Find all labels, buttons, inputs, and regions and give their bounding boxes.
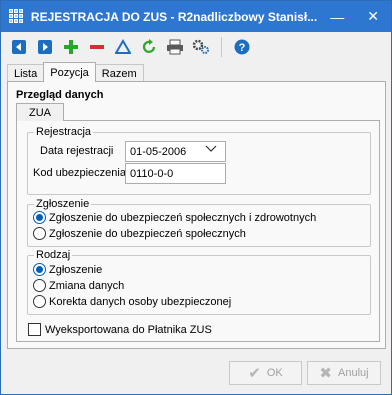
radio-unselected-icon[interactable] [33,295,46,308]
tab-lista[interactable]: Lista [7,64,45,82]
tab-panel: Przegląd danych ZUA Rejestracja Data rej… [7,81,386,349]
zua-panel: Rejestracja Data rejestracji 01-05-2006 … [16,120,380,342]
refresh-icon[interactable] [139,37,159,57]
panel-title: Przegląd danych [16,89,104,101]
tab-pozycja[interactable]: Pozycja [43,62,96,82]
toolbar-separator [221,37,222,57]
export-checkbox[interactable]: Wyeksportowana do Płatnika ZUS [28,323,212,336]
gears-icon[interactable] [191,37,211,57]
radio-label: Zgłoszenie do ubezpieczeń społecznych i … [49,211,317,224]
radio-label: Zmiana danych [49,279,125,292]
group-rodzaj-legend: Rodzaj [34,249,73,261]
close-button[interactable]: ✕ [355,1,391,32]
app-grid-icon [9,8,25,25]
arrow-left-icon[interactable] [9,37,29,57]
svg-text:?: ? [239,42,246,54]
arrow-right-icon[interactable] [35,37,55,57]
radio-selected-icon[interactable] [33,211,46,224]
dialog-window: REJESTRACJA DO ZUS - R2nadliczbowy Stani… [0,0,392,395]
radio-unselected-icon[interactable] [33,279,46,292]
group-zgloszenie-legend: Zgłoszenie [34,198,92,210]
minimize-button[interactable]: — [319,1,355,32]
data-rejestracji-value: 01-05-2006 [130,145,187,158]
group-rejestracja-legend: Rejestracja [34,126,94,138]
tab-strip: Lista Pozycja Razem [7,62,144,82]
data-rejestracji-input[interactable]: 01-05-2006 [125,141,226,162]
tab-razem[interactable]: Razem [94,64,144,82]
chevron-down-icon[interactable] [205,145,217,156]
tab-zua[interactable]: ZUA [16,103,64,121]
kod-ubezpieczenia-label: Kod ubezpieczenia [33,167,126,179]
window-title: REJESTRACJA DO ZUS - R2nadliczbowy Stani… [30,9,318,24]
data-rejestracji-label: Data rejestracji [40,145,114,157]
group-zgloszenie: Zgłoszenie Zgłoszenie do ubezpieczeń spo… [27,198,371,247]
title-bar: REJESTRACJA DO ZUS - R2nadliczbowy Stani… [1,1,391,32]
printer-icon[interactable] [165,37,185,57]
radio-label: Zgłoszenie [49,263,103,276]
radio-label: Korekta danych osoby ubezpieczonej [49,295,232,308]
cross-icon: ✖ [319,365,332,382]
export-checkbox-label: Wyeksportowana do Płatnika ZUS [45,323,212,336]
radio-zgloszenie-spoleczne[interactable]: Zgłoszenie do ubezpieczeń społecznych [33,227,246,240]
radio-zgloszenie-spoleczne-zdrowotne[interactable]: Zgłoszenie do ubezpieczeń społecznych i … [33,211,316,224]
toolbar: ? [1,32,391,62]
kod-ubezpieczenia-value: 0110-0-0 [130,167,174,180]
triangle-icon[interactable] [113,37,133,57]
minus-icon[interactable] [87,37,107,57]
kod-ubezpieczenia-input[interactable]: 0110-0-0 [125,163,226,184]
group-rejestracja: Rejestracja Data rejestracji 01-05-2006 … [27,126,371,195]
radio-zgloszenie[interactable]: Zgłoszenie [33,263,102,276]
radio-label: Zgłoszenie do ubezpieczeń społecznych [49,227,246,240]
radio-selected-icon[interactable] [33,263,46,276]
ok-button-label: OK [266,367,283,379]
ok-button[interactable]: ✔ OK [229,361,302,385]
group-rodzaj: Rodzaj Zgłoszenie Zmiana danych Korekta … [27,249,371,315]
cancel-button-label: Anuluj [338,367,369,379]
radio-zmiana-danych[interactable]: Zmiana danych [33,279,124,292]
checkbox-box[interactable] [28,323,41,336]
cancel-button[interactable]: ✖ Anuluj [307,361,381,385]
radio-unselected-icon[interactable] [33,227,46,240]
radio-korekta-danych[interactable]: Korekta danych osoby ubezpieczonej [33,295,231,308]
plus-icon[interactable] [61,37,81,57]
check-icon: ✔ [248,365,261,382]
help-icon[interactable]: ? [232,37,252,57]
